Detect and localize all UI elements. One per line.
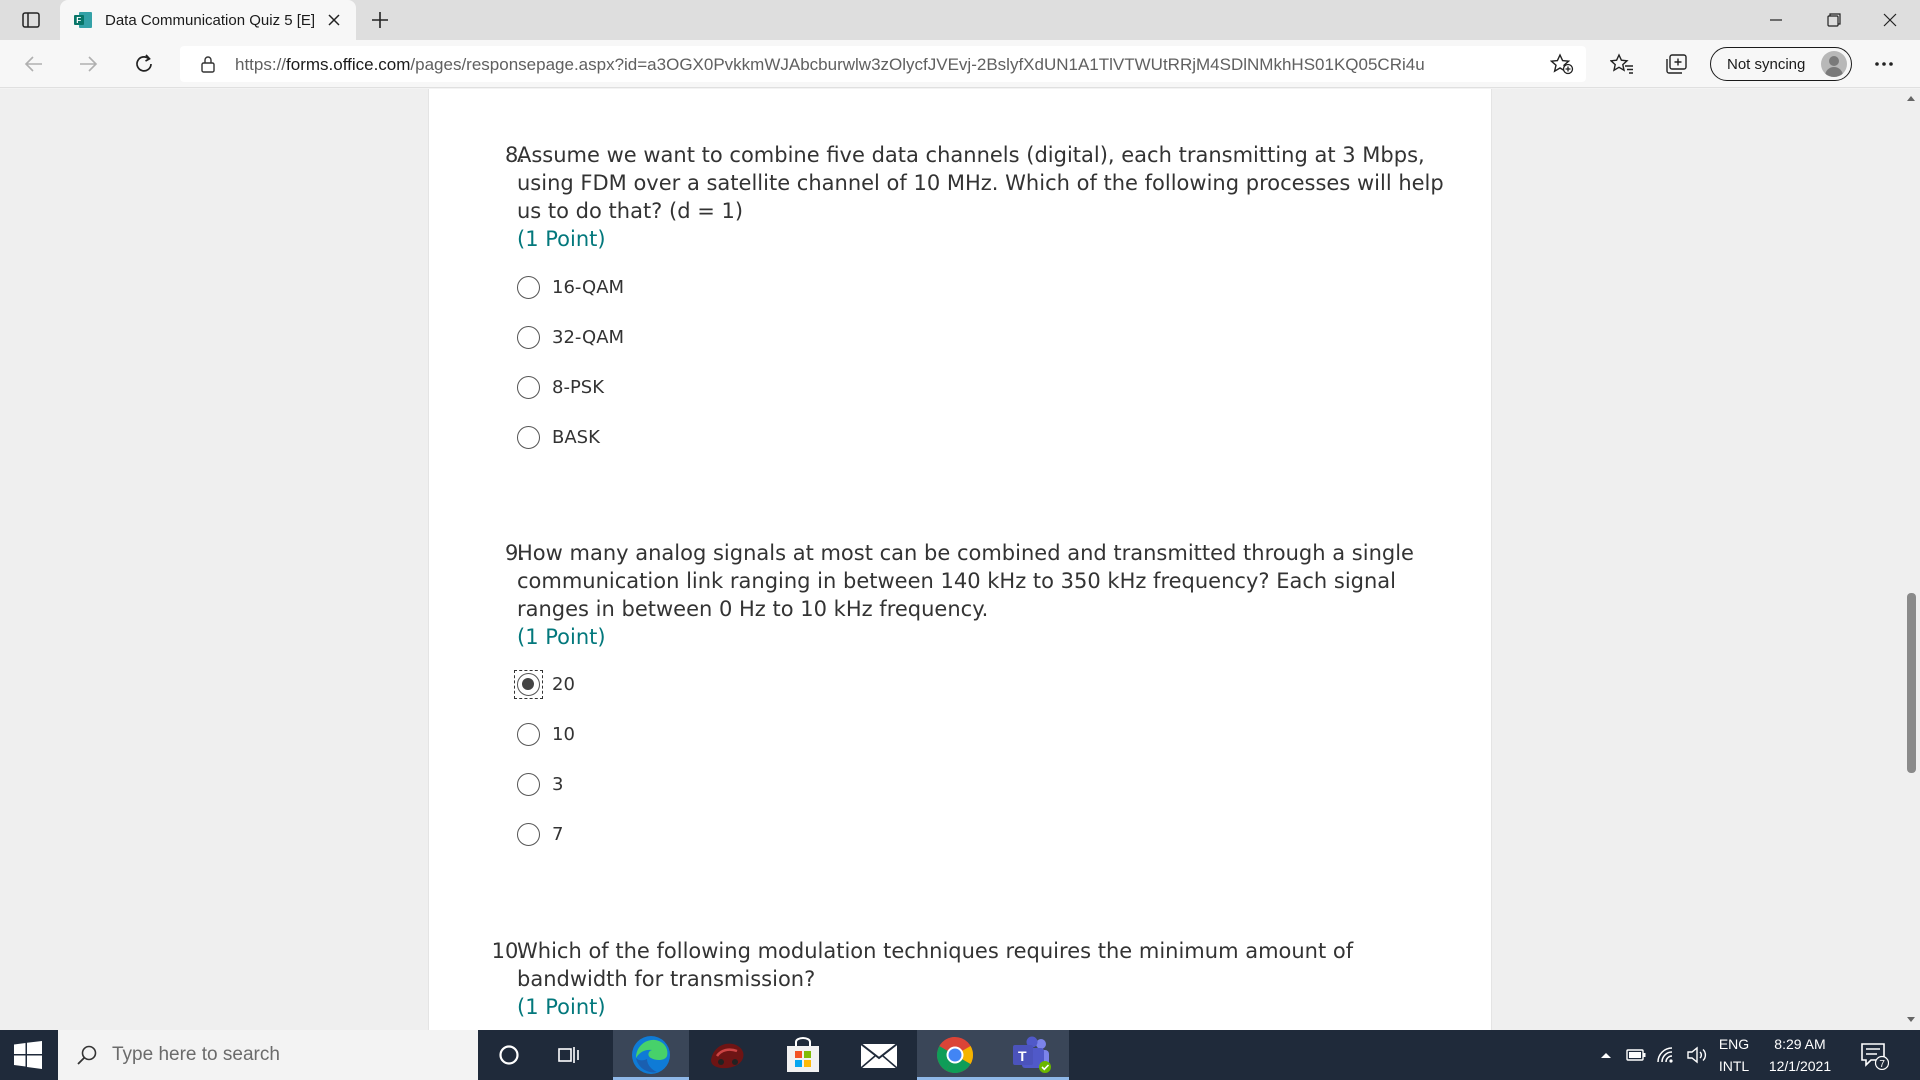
windows-start-icon[interactable]	[0, 1030, 56, 1080]
language-code: ENG	[1718, 1036, 1750, 1052]
clock-time: 8:29 AM	[1774, 1036, 1826, 1052]
scrollbar-thumb[interactable]	[1907, 593, 1916, 773]
tab-actions-icon[interactable]	[14, 9, 48, 31]
search-placeholder: Type here to search	[112, 1044, 280, 1065]
game-app-icon[interactable]	[689, 1030, 765, 1080]
scroll-down-icon[interactable]	[1906, 1015, 1916, 1025]
refresh-icon[interactable]	[126, 48, 162, 80]
show-hidden-icons-icon[interactable]	[1596, 1030, 1616, 1080]
address-bar[interactable]: https://forms.office.com/pages/responsep…	[180, 46, 1586, 82]
question-points: (1 Point)	[517, 625, 606, 649]
browser-toolbar: https://forms.office.com/pages/responsep…	[0, 40, 1920, 88]
option-label: 16-QAM	[552, 276, 625, 298]
question-text: How many analog signals at most can be c…	[517, 541, 1414, 621]
sync-label: Not syncing	[1727, 55, 1806, 73]
battery-icon[interactable]	[1624, 1030, 1648, 1080]
radio-button[interactable]	[517, 325, 540, 349]
tab-strip: F Data Communication Quiz 5 [E] l	[0, 0, 1920, 40]
option-16-qam[interactable]: 16-QAM	[517, 272, 624, 302]
close-tab-icon[interactable]	[324, 10, 344, 30]
scroll-up-icon[interactable]	[1906, 93, 1916, 103]
notification-count: 7	[1879, 1059, 1885, 1070]
mail-icon[interactable]	[841, 1030, 917, 1080]
radio-button[interactable]	[517, 375, 540, 399]
radio-button-selected[interactable]	[517, 672, 540, 696]
radio-button[interactable]	[517, 425, 540, 449]
new-tab-icon[interactable]	[366, 8, 394, 32]
taskbar-search[interactable]: Type here to search	[58, 1030, 478, 1080]
question-text: Which of the following modulation techni…	[517, 939, 1354, 991]
url-text[interactable]: https://forms.office.com/pages/responsep…	[235, 55, 1425, 75]
cortana-icon[interactable]	[481, 1030, 537, 1080]
url-host: forms.office.com	[286, 55, 411, 74]
chrome-icon[interactable]	[917, 1030, 993, 1080]
svg-text:F: F	[76, 16, 81, 25]
collections-icon[interactable]	[1658, 48, 1694, 80]
input-language[interactable]: ENG INTL	[1712, 1030, 1756, 1080]
task-view-icon[interactable]	[541, 1030, 597, 1080]
url-path: /pages/responsepage.aspx?id=a3OGX0PvkkmW…	[410, 55, 1425, 74]
option-10[interactable]: 10	[517, 719, 575, 749]
option-label: 32-QAM	[552, 326, 625, 348]
focus-ring	[514, 669, 543, 699]
url-prefix: https://	[235, 55, 287, 74]
keyboard-layout: INTL	[1718, 1058, 1750, 1074]
option-8-psk[interactable]: 8-PSK	[517, 372, 604, 402]
edge-icon[interactable]	[613, 1030, 689, 1080]
wifi-icon[interactable]	[1654, 1030, 1678, 1080]
option-label: 8-PSK	[552, 376, 605, 398]
radio-button[interactable]	[517, 275, 540, 299]
search-icon	[76, 1044, 98, 1066]
forms-favicon-icon: F	[73, 10, 93, 30]
form-card: 8. Assume we want to combine five data c…	[428, 89, 1492, 1030]
option-label: 20	[552, 673, 575, 695]
option-label: 10	[552, 723, 575, 745]
lock-icon[interactable]	[198, 54, 218, 74]
question-text-block: How many analog signals at most can be c…	[517, 539, 1467, 651]
volume-icon[interactable]	[1684, 1030, 1710, 1080]
close-window-icon[interactable]	[1862, 0, 1918, 40]
radio-button[interactable]	[517, 722, 540, 746]
add-favorite-icon[interactable]	[1550, 53, 1574, 75]
option-20[interactable]: 20	[514, 669, 575, 699]
more-icon[interactable]	[1866, 48, 1902, 80]
option-3[interactable]: 3	[517, 769, 563, 799]
radio-button[interactable]	[517, 772, 540, 796]
option-32-qam[interactable]: 32-QAM	[517, 322, 624, 352]
microsoft-store-icon[interactable]	[765, 1030, 841, 1080]
restore-icon[interactable]	[1806, 0, 1862, 40]
tab-title: Data Communication Quiz 5 [E] l	[105, 11, 319, 29]
option-7[interactable]: 7	[517, 819, 563, 849]
question-text: Assume we want to combine five data chan…	[517, 143, 1444, 223]
profile-sync-button[interactable]: Not syncing	[1710, 47, 1852, 81]
option-label: 3	[552, 773, 564, 795]
option-label: BASK	[552, 426, 600, 448]
option-bask[interactable]: BASK	[517, 422, 600, 452]
page-viewport: 8. Assume we want to combine five data c…	[0, 89, 1920, 1030]
page-scrollbar[interactable]	[1902, 89, 1920, 1030]
back-arrow-icon[interactable]	[16, 48, 52, 80]
option-label: 7	[552, 823, 564, 845]
question-text-block: Which of the following modulation techni…	[517, 937, 1467, 1021]
radio-button[interactable]	[517, 822, 540, 846]
teams-icon[interactable]: T	[993, 1030, 1069, 1080]
favorites-icon[interactable]	[1604, 48, 1640, 80]
avatar	[1821, 51, 1847, 77]
question-text-block: Assume we want to combine five data chan…	[517, 141, 1467, 253]
notifications-icon[interactable]: 7	[1854, 1030, 1894, 1080]
question-points: (1 Point)	[517, 995, 606, 1019]
clock-date: 12/1/2021	[1768, 1058, 1832, 1074]
svg-text:T: T	[1018, 1048, 1027, 1064]
forward-arrow-icon[interactable]	[70, 48, 106, 80]
question-points: (1 Point)	[517, 227, 606, 251]
clock[interactable]: 8:29 AM 12/1/2021	[1758, 1030, 1842, 1080]
browser-tab-active[interactable]: F Data Communication Quiz 5 [E] l	[60, 0, 356, 40]
minimize-icon[interactable]	[1748, 0, 1804, 40]
windows-taskbar: Type here to search T ENG INTL 8:29 AM 12/…	[0, 1030, 1920, 1080]
